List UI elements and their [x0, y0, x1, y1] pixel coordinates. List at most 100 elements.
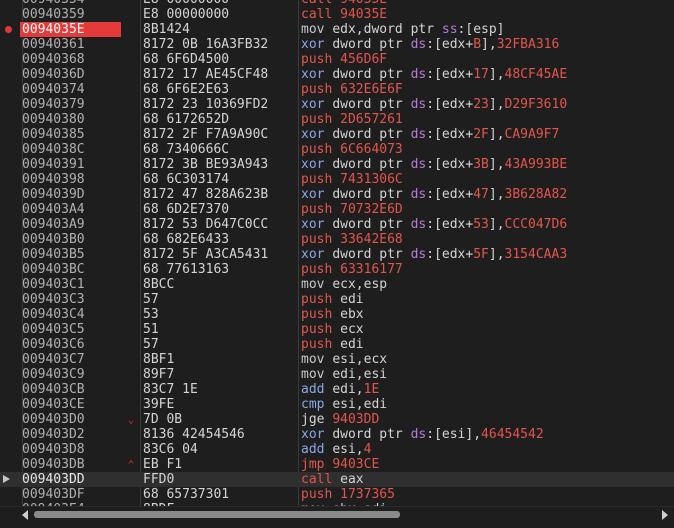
instruction-cell[interactable]: push 6C664073	[301, 142, 403, 157]
disasm-row[interactable]: 009403DB ⌃ EB F1 jmp 9403CE	[0, 457, 674, 472]
breakpoint-gutter[interactable]	[0, 37, 20, 52]
instruction-cell[interactable]: push 63316177	[301, 262, 403, 277]
instruction-cell[interactable]: mov ecx,esp	[301, 277, 387, 292]
instruction-cell[interactable]: call 94035E	[301, 7, 387, 22]
breakpoint-gutter[interactable]	[0, 337, 20, 352]
breakpoint-gutter[interactable]	[0, 457, 20, 472]
disasm-row[interactable]: 00940368 68 6F6D4500 push 456D6F	[0, 52, 674, 67]
scroll-thumb[interactable]	[34, 511, 400, 518]
breakpoint-gutter[interactable]	[0, 232, 20, 247]
address-cell[interactable]: 009403D0	[20, 412, 121, 427]
disassembly-view[interactable]: 00940354 E8 00000000 call 94035E 00940359 E8…	[0, 0, 674, 517]
instruction-cell[interactable]: push 632E6E6F	[301, 82, 403, 97]
address-cell[interactable]: 0094038C	[20, 142, 121, 157]
instruction-cell[interactable]: xor dword ptr ds:[edx+53],CCC047D6	[301, 217, 567, 232]
breakpoint-gutter[interactable]	[0, 247, 20, 262]
disasm-row[interactable]: 009403DF 68 65737301 push 1737365	[0, 487, 674, 502]
breakpoint-dot-icon[interactable]	[5, 26, 12, 33]
breakpoint-gutter[interactable]	[0, 0, 20, 7]
address-cell[interactable]: 009403B5	[20, 247, 121, 262]
address-cell[interactable]: 009403DD	[20, 472, 121, 487]
instruction-cell[interactable]: add edi,1E	[301, 382, 379, 397]
address-cell[interactable]: 0094035E	[20, 22, 121, 37]
address-cell[interactable]: 00940380	[20, 112, 121, 127]
disasm-row[interactable]: 009403A9 8172 53 D647C0CC xor dword ptr ds…	[0, 217, 674, 232]
breakpoint-gutter[interactable]	[0, 67, 20, 82]
breakpoint-gutter[interactable]	[0, 427, 20, 442]
instruction-cell[interactable]: xor dword ptr ds:[edx+23],D29F3610	[301, 97, 567, 112]
breakpoint-gutter[interactable]	[0, 22, 20, 37]
disasm-row[interactable]: 00940385 8172 2F F7A9A90C xor dword ptr ds…	[0, 127, 674, 142]
instruction-cell[interactable]: push 456D6F	[301, 52, 387, 67]
disasm-row[interactable]: 009403C3 57 push edi	[0, 292, 674, 307]
address-cell[interactable]: 009403A4	[20, 202, 121, 217]
instruction-cell[interactable]: xor dword ptr ds:[esi],46454542	[301, 427, 544, 442]
disasm-row[interactable]: 009403D2 8136 42454546 xor dword ptr ds:[e…	[0, 427, 674, 442]
disasm-row[interactable]: 00940354 E8 00000000 call 94035E	[0, 0, 674, 7]
breakpoint-gutter[interactable]	[0, 82, 20, 97]
instruction-cell[interactable]: jmp 9403CE	[301, 457, 379, 472]
address-cell[interactable]: 009403D8	[20, 442, 121, 457]
disasm-row[interactable]: 00940379 8172 23 10369FD2 xor dword ptr ds…	[0, 97, 674, 112]
instruction-cell[interactable]: call 94035E	[301, 0, 387, 7]
address-cell[interactable]: 009403C3	[20, 292, 121, 307]
breakpoint-gutter[interactable]	[0, 472, 20, 487]
instruction-cell[interactable]: xor dword ptr ds:[edx+47],3B628A82	[301, 187, 567, 202]
instruction-cell[interactable]: add esi,4	[301, 442, 371, 457]
disasm-row[interactable]: 00940391 8172 3B BE93A943 xor dword ptr ds…	[0, 157, 674, 172]
address-cell[interactable]: 00940368	[20, 52, 121, 67]
address-cell[interactable]: 009403DF	[20, 487, 121, 502]
breakpoint-gutter[interactable]	[0, 187, 20, 202]
disasm-row[interactable]: 009403BC 68 77613163 push 63316177	[0, 262, 674, 277]
address-cell[interactable]: 009403C9	[20, 367, 121, 382]
breakpoint-gutter[interactable]	[0, 367, 20, 382]
disasm-row[interactable]: 009403A4 68 6D2E7370 push 70732E6D	[0, 202, 674, 217]
address-cell[interactable]: 009403C1	[20, 277, 121, 292]
disasm-row[interactable]: 009403D0 ⌄ 7D 0B jge 9403DD	[0, 412, 674, 427]
address-cell[interactable]: 009403A9	[20, 217, 121, 232]
breakpoint-gutter[interactable]	[0, 292, 20, 307]
instruction-cell[interactable]: mov edx,dword ptr ss:[esp]	[301, 22, 505, 37]
instruction-cell[interactable]: push 33642E68	[301, 232, 403, 247]
instruction-cell[interactable]: push ecx	[301, 322, 364, 337]
disasm-row[interactable]: 00940380 68 6172652D push 2D657261	[0, 112, 674, 127]
breakpoint-gutter[interactable]	[0, 322, 20, 337]
address-cell[interactable]: 00940379	[20, 97, 121, 112]
breakpoint-gutter[interactable]	[0, 202, 20, 217]
breakpoint-gutter[interactable]	[0, 487, 20, 502]
address-cell[interactable]: 00940361	[20, 37, 121, 52]
scroll-right-arrow-icon[interactable]	[662, 510, 668, 520]
disasm-row[interactable]: 009403CE 39FE cmp esi,edi	[0, 397, 674, 412]
instruction-cell[interactable]: xor dword ptr ds:[edx+5F],3154CAA3	[301, 247, 567, 262]
address-cell[interactable]: 00940374	[20, 82, 121, 97]
disasm-row[interactable]: 009403C4 53 push ebx	[0, 307, 674, 322]
instruction-cell[interactable]: xor dword ptr ds:[edx+B],32FBA316	[301, 37, 559, 52]
disasm-row[interactable]: 009403C7 8BF1 mov esi,ecx	[0, 352, 674, 367]
breakpoint-gutter[interactable]	[0, 157, 20, 172]
breakpoint-gutter[interactable]	[0, 397, 20, 412]
instruction-cell[interactable]: push 1737365	[301, 487, 395, 502]
disasm-row[interactable]: 009403C5 51 push ecx	[0, 322, 674, 337]
breakpoint-gutter[interactable]	[0, 217, 20, 232]
disasm-row[interactable]: 009403DD FFD0 call eax	[0, 472, 674, 487]
address-cell[interactable]: 009403C5	[20, 322, 121, 337]
address-cell[interactable]: 00940385	[20, 127, 121, 142]
disasm-row[interactable]: 009403C6 57 push edi	[0, 337, 674, 352]
instruction-cell[interactable]: mov edi,esi	[301, 367, 387, 382]
instruction-cell[interactable]: push 7431306C	[301, 172, 403, 187]
instruction-cell[interactable]: push edi	[301, 337, 364, 352]
address-cell[interactable]: 009403C7	[20, 352, 121, 367]
breakpoint-gutter[interactable]	[0, 352, 20, 367]
address-cell[interactable]: 009403BC	[20, 262, 121, 277]
address-cell[interactable]: 00940398	[20, 172, 121, 187]
address-cell[interactable]: 009403DB	[20, 457, 121, 472]
instruction-cell[interactable]: mov esi,ecx	[301, 352, 387, 367]
disasm-row[interactable]: 009403B0 68 682E6433 push 33642E68	[0, 232, 674, 247]
disasm-row[interactable]: 009403B5 8172 5F A3CA5431 xor dword ptr ds…	[0, 247, 674, 262]
disasm-row[interactable]: 009403C9 89F7 mov edi,esi	[0, 367, 674, 382]
instruction-cell[interactable]: cmp esi,edi	[301, 397, 387, 412]
address-cell[interactable]: 00940391	[20, 157, 121, 172]
address-cell[interactable]: 00940354	[20, 0, 121, 7]
breakpoint-gutter[interactable]	[0, 412, 20, 427]
disasm-row[interactable]: 00940359 E8 00000000 call 94035E	[0, 7, 674, 22]
